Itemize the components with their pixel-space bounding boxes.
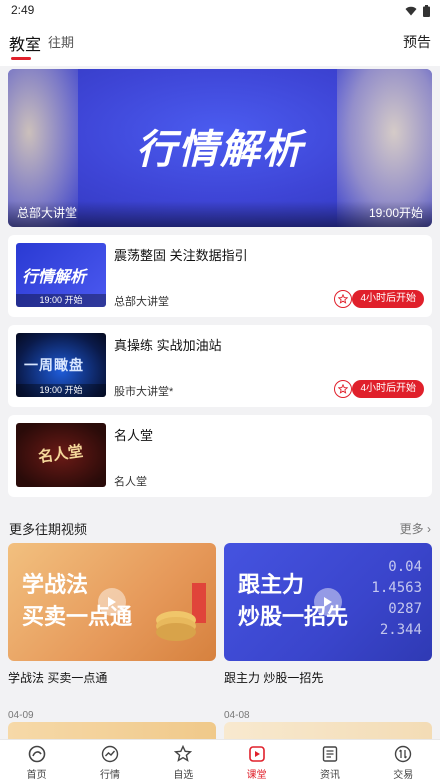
more-label: 更多 [399,522,424,536]
battery-icon [423,5,430,17]
course-title: 真操练 实战加油站 [114,338,222,353]
system-icons [405,5,430,17]
thumbnail-text: 名人堂 [37,442,85,467]
tabbar-item-trade[interactable]: 交易 [367,740,440,783]
up-arrow-graphic [192,583,206,623]
thumbnail-time-tag: 19:00 开始 [16,294,106,307]
tab-classroom[interactable]: 教室 [9,31,41,55]
ticker-numbers: 0.04 1.4563 0287 2.344 [371,557,422,641]
start-badge[interactable]: 4小时后开始 [352,290,424,308]
chevron-right-icon: › [427,522,431,536]
video-caption[interactable]: 跟主力 炒股一招先 [224,669,323,686]
course-title: 震荡整固 关注数据指引 [114,248,248,263]
bottom-tab-bar: 首页 行情 自选 课堂 资讯 交易 [0,739,440,783]
ticker-value: 0.04 [388,559,422,575]
status-time: 2:49 [11,3,35,17]
news-icon [322,746,338,762]
course-thumbnail: 行情解析 19:00 开始 [16,243,106,307]
tabbar-item-news[interactable]: 资讯 [293,740,366,783]
hero-banner[interactable]: 行情解析 总部大讲堂 19:00开始 [8,69,432,227]
play-icon[interactable] [314,588,342,616]
course-item[interactable]: 名人堂 名人堂 名人堂 [8,415,432,497]
hero-time-label: 19:00开始 [368,206,423,220]
course-item[interactable]: 一周瞰盘 19:00 开始 真操练 实战加油站 股市大讲堂* 4小时后开始 [8,325,432,407]
ticker-value: 2.344 [379,622,422,638]
tabbar-label: 交易 [393,770,414,781]
top-tabs: 教室 往期 预告 [0,22,440,66]
ticker-value: 0287 [388,601,422,617]
course-host: 总部大讲堂 [114,296,169,308]
video-headline-1: 学战法 [22,572,89,597]
tab-past[interactable]: 往期 [48,32,74,51]
tabbar-item-home[interactable]: 首页 [0,740,73,783]
course-title: 名人堂 [114,428,154,443]
course-item[interactable]: 行情解析 19:00 开始 震荡整固 关注数据指引 总部大讲堂 4小时后开始 [8,235,432,317]
trade-icon [395,745,412,763]
tab-indicator [11,57,31,60]
video-card[interactable]: 0.04 1.4563 0287 2.344 跟主力 炒股一招先 [224,543,432,661]
video-date: 04-09 [8,710,34,721]
start-badge[interactable]: 4小时后开始 [352,380,424,398]
tabbar-label: 资讯 [319,770,340,781]
tabbar-item-classroom[interactable]: 课堂 [220,740,293,783]
classroom-icon [248,746,265,762]
course-host: 股市大讲堂* [114,386,174,398]
market-icon [101,745,119,763]
star-outline-icon [338,384,348,394]
star-outline-icon [338,294,348,304]
coins-graphic [156,623,196,641]
video-date: 04-08 [224,710,250,721]
thumbnail-time-tag: 19:00 开始 [16,384,106,397]
status-bar: 2:49 [0,0,440,22]
video-headline-1: 跟主力 [238,572,305,597]
hero-host-label: 总部大讲堂 [17,206,78,220]
video-caption[interactable]: 学战法 买卖一点通 [8,669,107,686]
wifi-icon [405,6,417,16]
play-icon[interactable] [98,588,126,616]
star-icon [174,745,193,762]
hero-title: 行情解析 [136,128,304,172]
tabbar-item-watchlist[interactable]: 自选 [147,740,220,783]
tabbar-label: 行情 [99,770,120,781]
course-thumbnail: 一周瞰盘 19:00 开始 [16,333,106,397]
section-header: 更多往期视频 更多 › [0,513,440,541]
ticker-value: 1.4563 [371,580,422,596]
favorite-button[interactable] [334,380,352,398]
tabbar-item-market[interactable]: 行情 [73,740,146,783]
home-icon [28,745,45,763]
thumbnail-text: 行情解析 [22,269,87,286]
section-title: 更多往期视频 [9,522,88,537]
favorite-button[interactable] [334,290,352,308]
course-thumbnail: 名人堂 [16,423,106,487]
thumbnail-text: 一周瞰盘 [24,357,84,373]
tabbar-label: 自选 [173,770,194,781]
preview-link[interactable]: 预告 [403,32,431,52]
course-host: 名人堂 [114,476,147,488]
tabbar-label: 首页 [26,770,47,781]
tabbar-label: 课堂 [246,770,267,781]
more-link[interactable]: 更多 › [400,520,431,537]
video-card[interactable]: 学战法 买卖一点通 [8,543,216,661]
